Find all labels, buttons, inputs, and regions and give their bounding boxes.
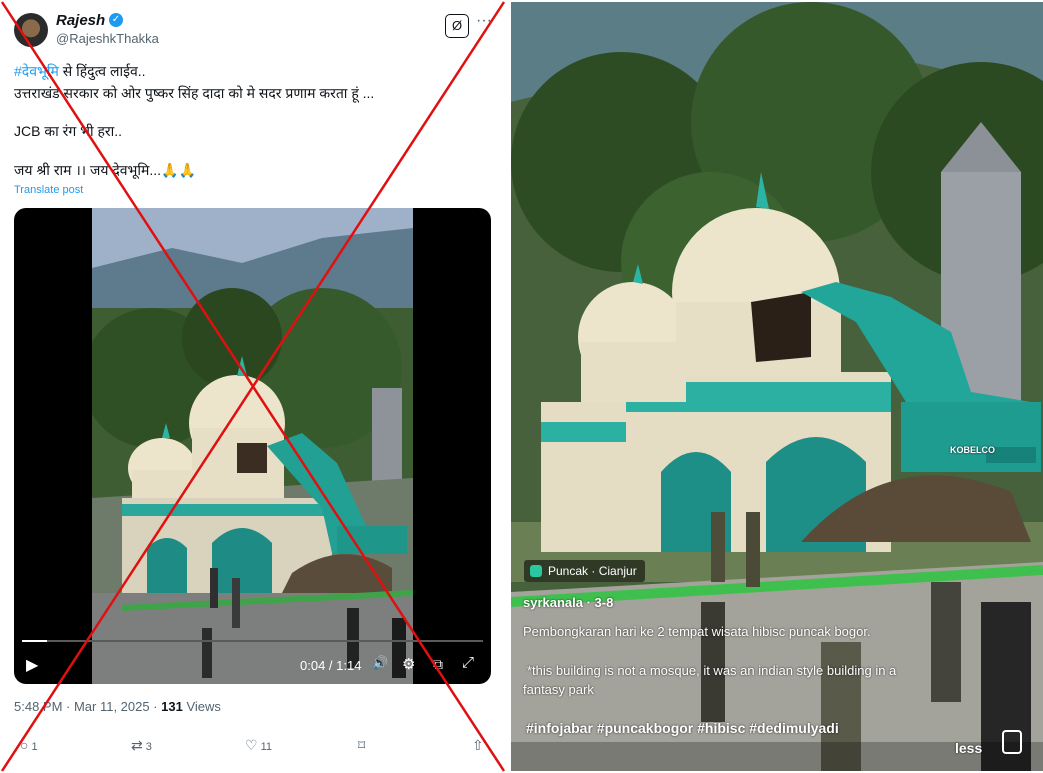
fact-check-cross bbox=[0, 1, 506, 772]
